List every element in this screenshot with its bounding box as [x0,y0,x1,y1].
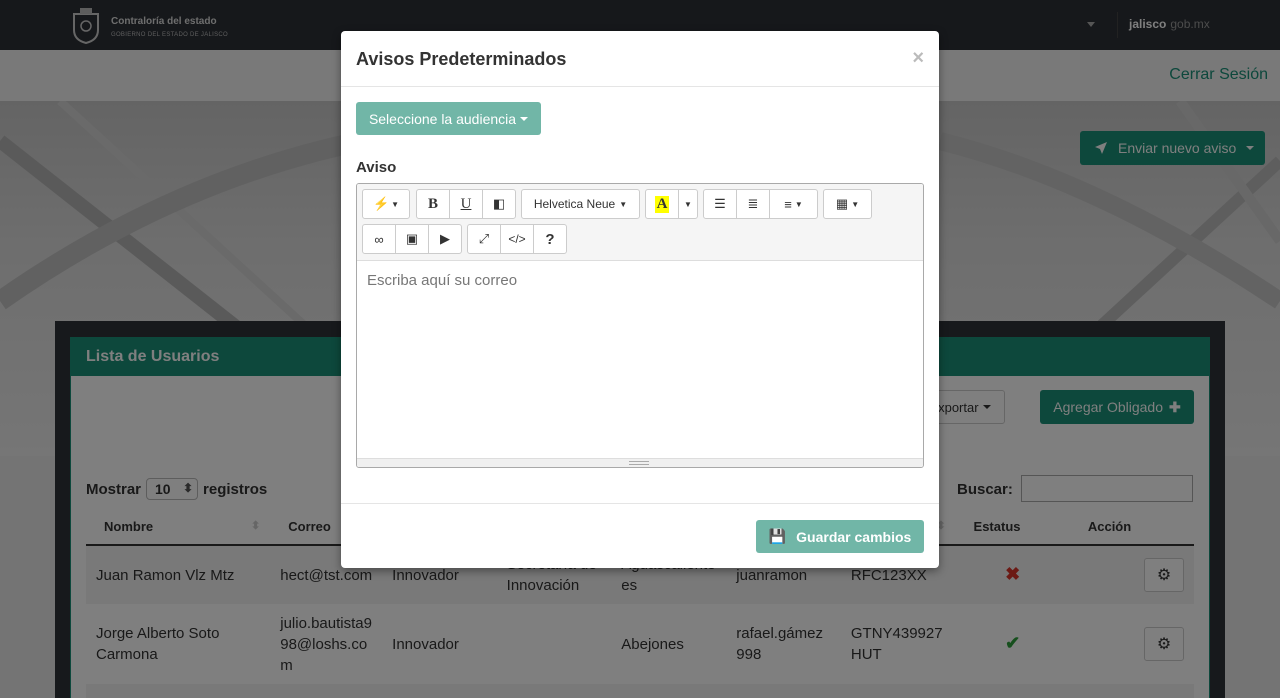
video-icon[interactable]: ▶ [428,224,462,254]
magic-wand-icon: ⚡ [372,196,390,211]
code-view-icon[interactable]: </> [500,224,534,254]
editor-resize-handle[interactable] [357,458,923,467]
chevron-down-icon [520,116,529,121]
underline-icon[interactable]: U [449,189,483,219]
aviso-label: Aviso [356,159,397,176]
chevron-down-icon: ▼ [794,199,803,209]
link-icon[interactable]: ∞ [362,224,396,254]
paragraph-align-icon[interactable]: ≡ ▼ [769,189,818,219]
table-icon[interactable]: ▦ ▼ [823,189,872,219]
image-icon[interactable]: ▣ [395,224,429,254]
save-changes-label: Guardar cambios [796,528,912,545]
editor-placeholder[interactable]: Escriba aquí su correo [367,272,517,289]
modal-title: Avisos Predeterminados [356,49,567,69]
editor-toolbar: ⚡ ▼ B U ◧ Helvetica Neue ▼ A ▼ ☰ ≣ ≡ ▼ ▦ ▼ ∞… [357,184,923,261]
highlight-a-icon: A [654,195,670,213]
save-changes-button[interactable]: 💾 Guardar cambios [756,520,924,553]
numbered-list-icon[interactable]: ≣ [736,189,770,219]
default-notices-modal: Avisos Predeterminados × Seleccione la a… [341,31,939,568]
color-dropdown-chevron-icon[interactable]: ▼ [678,189,698,219]
bullet-list-icon[interactable]: ☰ [703,189,737,219]
rich-text-editor: ⚡ ▼ B U ◧ Helvetica Neue ▼ A ▼ ☰ ≣ ≡ ▼ ▦ ▼ ∞… [356,183,924,468]
floppy-disk-icon: 💾 [768,528,787,544]
style-button[interactable]: ⚡ ▼ [362,189,410,219]
text-color-icon[interactable]: A [645,189,679,219]
close-icon[interactable]: × [912,47,924,70]
chevron-down-icon: ▼ [391,199,400,209]
chevron-down-icon: ▼ [619,199,628,209]
fullscreen-icon[interactable]: ⤢ [467,224,501,254]
modal-header: Avisos Predeterminados × [341,31,939,87]
chevron-down-icon: ▼ [851,199,860,209]
font-family-select[interactable]: Helvetica Neue ▼ [521,189,640,219]
eraser-icon[interactable]: ◧ [482,189,516,219]
font-family-label: Helvetica Neue [533,197,616,211]
select-audience-label: Seleccione la audiencia [368,110,517,127]
bold-icon[interactable]: B [416,189,450,219]
select-audience-button[interactable]: Seleccione la audiencia [356,102,541,135]
grip-icon [629,461,649,465]
help-icon[interactable]: ? [533,224,567,254]
